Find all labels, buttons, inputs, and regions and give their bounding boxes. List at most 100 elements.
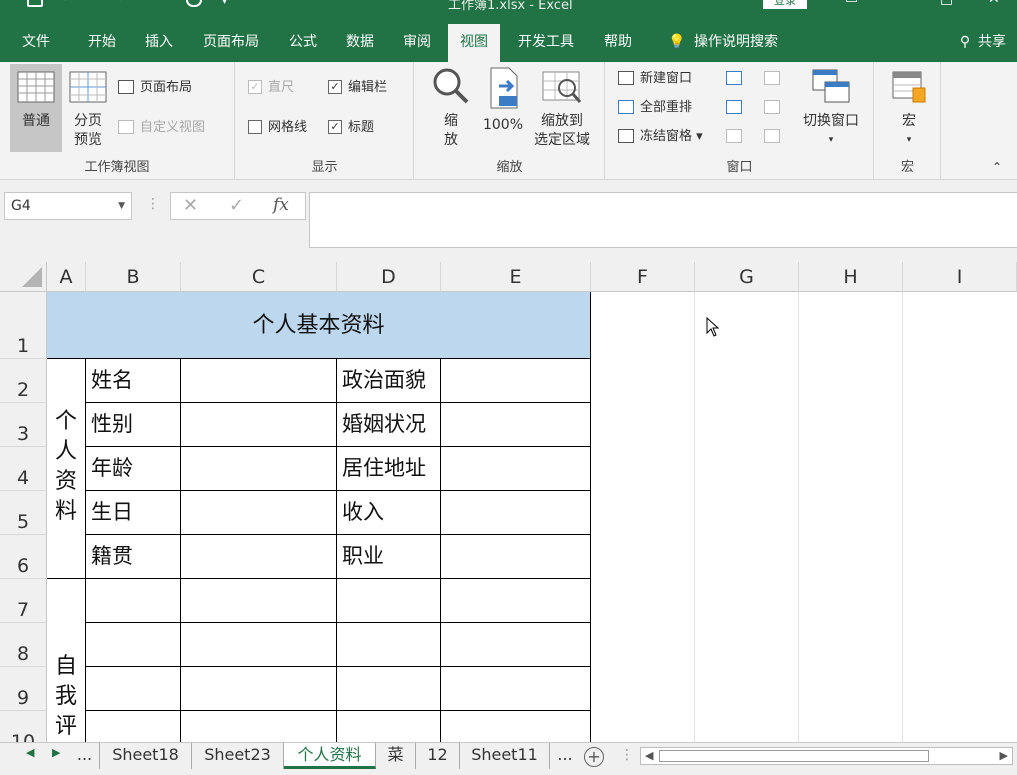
cell-e2[interactable] [441,359,591,403]
synchronous-scroll-button[interactable] [764,98,786,117]
zoom-to-selection-button[interactable]: 缩放到 选定区域 [529,66,595,150]
tab-formulas[interactable]: 公式 [279,22,327,62]
column-header-h[interactable]: H [799,262,903,292]
tab-view[interactable]: 视图 [448,22,500,62]
tab-developer[interactable]: 开发工具 [508,22,584,62]
login-button[interactable]: 登录 [763,0,807,9]
hide-button[interactable] [726,98,748,117]
title-cell[interactable]: 个人基本资料 [47,292,591,359]
horizontal-scroll-thumb[interactable] [659,750,929,762]
row-header-2[interactable]: 2 [0,359,47,403]
zoom-button[interactable]: 缩 放 [429,66,473,150]
column-header-d[interactable]: D [337,262,441,292]
cell-b7[interactable] [86,579,181,623]
cell-d5[interactable]: 收入 [337,491,441,535]
cell-c4[interactable] [181,447,337,491]
confirm-entry-icon[interactable]: ✓ [229,195,244,216]
cell-d10[interactable] [337,711,441,742]
section-cell-personal[interactable]: 个 人 资 料 [47,359,86,579]
save-icon[interactable] [27,0,43,7]
cell-e7[interactable] [441,579,591,623]
freeze-panes-button[interactable]: 冻结窗格 ▾ [618,127,703,146]
cell-c7[interactable] [181,579,337,623]
sheet-tab-personal-info[interactable]: 个人资料 [284,743,376,769]
formula-input[interactable] [309,192,1017,248]
custom-views-button[interactable]: 自定义视图 [118,118,205,137]
switch-windows-button[interactable]: 切换窗口 ▾ [798,66,864,150]
page-layout-button[interactable]: 页面布局 [118,78,192,97]
cell-b3[interactable]: 性别 [86,403,181,447]
row-header-4[interactable]: 4 [0,447,47,491]
cell-d9[interactable] [337,667,441,711]
prev-sheet-icon[interactable]: ◀ [26,746,34,759]
cell-d2[interactable]: 政治面貌 [337,359,441,403]
formula-bar-checkbox[interactable]: ✓ 编辑栏 [328,78,387,97]
gridlines-checkbox[interactable]: 网格线 [248,118,307,137]
cell-b2[interactable]: 姓名 [86,359,181,403]
row-header-10[interactable]: 10 [0,711,47,742]
new-window-button[interactable]: 新建窗口 [618,69,692,88]
undo-icon[interactable]: ↶ [62,0,74,7]
cell-e4[interactable] [441,447,591,491]
cell-d3[interactable]: 婚姻状况 [337,403,441,447]
insert-function-icon[interactable]: fx [273,195,289,215]
sheet-tab-more-left[interactable]: ... [70,743,100,769]
unhide-button[interactable] [726,127,748,146]
cell-b9[interactable] [86,667,181,711]
tab-page-layout[interactable]: 页面布局 [193,22,269,62]
share-button[interactable]: 共享 [978,22,1014,62]
select-all-corner[interactable] [0,262,47,292]
tab-data[interactable]: 数据 [336,22,384,62]
print-preview-icon[interactable] [186,0,202,7]
cell-e8[interactable] [441,623,591,667]
cell-d4[interactable]: 居住地址 [337,447,441,491]
cell-e3[interactable] [441,403,591,447]
row-header-8[interactable]: 8 [0,623,47,667]
maximize-icon[interactable]: □ [940,0,953,7]
row-header-9[interactable]: 9 [0,667,47,711]
headings-checkbox[interactable]: ✓ 标题 [328,118,374,137]
cell-b4[interactable]: 年龄 [86,447,181,491]
zoom-100-button[interactable]: 100% [481,66,525,135]
cell-e6[interactable] [441,535,591,579]
next-sheet-icon[interactable]: ▶ [52,746,60,759]
cell-c9[interactable] [181,667,337,711]
scroll-right-icon[interactable]: ▶ [1000,749,1008,762]
column-header-i[interactable]: I [903,262,1017,292]
cell-b6[interactable]: 籍贯 [86,535,181,579]
name-box[interactable]: G4 ▼ [4,192,132,220]
sheet-tab-more-right[interactable]: ... [550,743,580,769]
cell-b10[interactable] [86,711,181,742]
column-header-g[interactable]: G [695,262,799,292]
minimize-icon[interactable]: ─ [893,0,901,7]
collapse-ribbon-icon[interactable]: ⌃ [992,158,1002,177]
cell-b8[interactable] [86,623,181,667]
sheet-tab-sheet23[interactable]: Sheet23 [192,743,284,769]
sheet-tab-cai[interactable]: 菜 [376,743,416,769]
page-break-preview-button[interactable]: 分页 预览 [66,64,110,152]
sheet-tab-sheet11[interactable]: Sheet11 [460,743,550,769]
tab-review[interactable]: 审阅 [393,22,441,62]
ruler-checkbox[interactable]: ✓ 直尺 [248,78,294,97]
split-button[interactable] [726,69,748,88]
cell-c2[interactable] [181,359,337,403]
macros-button[interactable]: 宏 ▾ [887,66,931,150]
row-header-7[interactable]: 7 [0,579,47,623]
name-box-dropdown-icon[interactable]: ▼ [118,193,125,219]
arrange-all-button[interactable]: 全部重排 [618,98,692,117]
section-cell-self-eval[interactable]: 自 我 评 [47,579,86,742]
column-header-c[interactable]: C [181,262,337,292]
row-header-5[interactable]: 5 [0,491,47,535]
cell-e5[interactable] [441,491,591,535]
cell-c6[interactable] [181,535,337,579]
column-header-b[interactable]: B [86,262,181,292]
customize-qat-icon[interactable]: ▾ [222,0,227,7]
column-header-e[interactable]: E [441,262,591,292]
normal-view-button[interactable]: 普通 [10,64,62,152]
view-side-by-side-button[interactable] [764,69,786,88]
cell-b5[interactable]: 生日 [86,491,181,535]
cell-e9[interactable] [441,667,591,711]
cell-e10[interactable] [441,711,591,742]
cell-d8[interactable] [337,623,441,667]
sheet-tab-sheet18[interactable]: Sheet18 [100,743,192,769]
